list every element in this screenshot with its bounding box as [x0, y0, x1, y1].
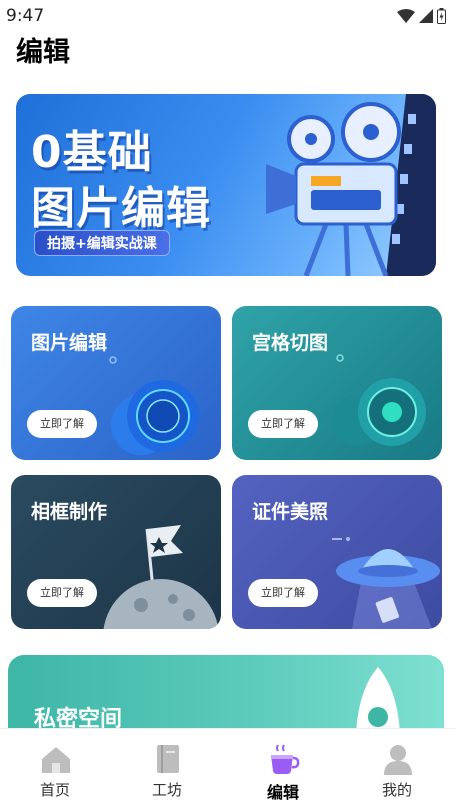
battery-icon [437, 8, 446, 24]
feature-card-frame-make[interactable]: 相框制作 立即了解 [11, 475, 221, 629]
bottom-tab-bar: 首页 工坊 编辑 我的 [0, 728, 456, 812]
tab-label: 编辑 [266, 783, 299, 802]
tab-edit[interactable]: 编辑 [238, 729, 328, 812]
learn-more-button[interactable]: 立即了解 [248, 579, 318, 607]
card-title: 图片编辑 [31, 332, 108, 354]
banner-subheadline: 图片编辑 [31, 183, 211, 234]
status-bar: 9:47 [0, 0, 456, 30]
signal-icon [419, 9, 433, 23]
feature-card-photo-edit[interactable]: 图片编辑 立即了解 [11, 306, 221, 460]
learn-more-button[interactable]: 立即了解 [248, 410, 318, 438]
book-icon [157, 745, 179, 773]
ufo-icon [332, 537, 440, 629]
moon-flag-icon [103, 525, 219, 629]
wifi-icon [397, 9, 415, 23]
tab-home[interactable]: 首页 [10, 729, 100, 812]
feature-card-id-photo[interactable]: 证件美照 立即了解 [232, 475, 442, 629]
tab-label: 工坊 [151, 781, 182, 799]
learn-more-button[interactable]: 立即了解 [27, 579, 97, 607]
banner-course-tag: 拍摄+编辑实战课 [34, 230, 170, 256]
lens-icon [109, 356, 199, 455]
camera-lens-icon [332, 354, 426, 446]
profile-icon [384, 745, 412, 775]
card-title: 证件美照 [252, 501, 329, 523]
coffee-cup-icon [271, 744, 300, 774]
status-time: 9:47 [6, 6, 45, 26]
movie-projector-icon [266, 94, 436, 276]
card-title: 宫格切图 [252, 332, 329, 354]
tab-workshop[interactable]: 工坊 [122, 729, 212, 812]
promo-banner[interactable]: 0基础 图片编辑 拍摄+编辑实战课 [16, 94, 436, 276]
page-title: 编辑 [16, 37, 70, 68]
tab-label: 首页 [39, 781, 70, 799]
tab-profile[interactable]: 我的 [352, 729, 442, 812]
learn-more-button[interactable]: 立即了解 [27, 410, 97, 438]
card-title: 相框制作 [31, 501, 108, 523]
banner-headline: 0基础 [31, 127, 153, 178]
status-icons [397, 8, 446, 24]
home-icon [42, 747, 70, 773]
tab-label: 我的 [381, 781, 412, 799]
feature-card-grid-cut[interactable]: 宫格切图 立即了解 [232, 306, 442, 460]
